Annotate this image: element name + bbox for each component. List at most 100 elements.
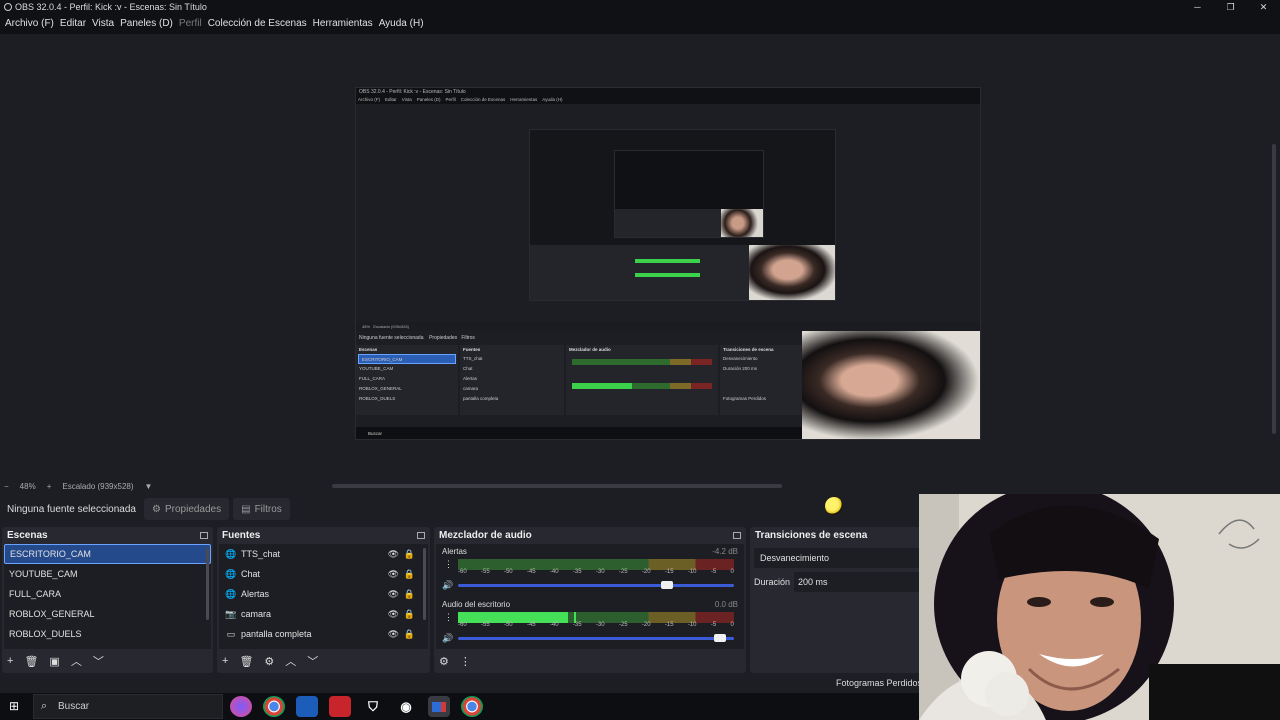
- source-item-chat[interactable]: 🌐 Chat 👁 🔒: [219, 564, 428, 584]
- move-down-icon[interactable]: ﹀: [93, 653, 104, 669]
- close-icon[interactable]: ✕: [1247, 0, 1280, 14]
- volume-slider[interactable]: [458, 581, 734, 589]
- scenes-toolbar: + 🗑 ▣ ︿ ﹀: [2, 649, 213, 673]
- nested-scenes-title: Escenas: [359, 347, 378, 352]
- volume-slider-knob[interactable]: [713, 634, 726, 642]
- chrome-alt-icon[interactable]: [461, 696, 483, 717]
- windows-start-icon[interactable]: ⊞: [9, 699, 23, 713]
- add-scene-icon[interactable]: +: [7, 655, 13, 667]
- status-bar: Fotogramas Perdidos: [0, 673, 922, 693]
- volume-slider-knob[interactable]: [661, 581, 674, 589]
- scene-item-roblox-general[interactable]: ROBLOX_GENERAL: [4, 604, 211, 624]
- speaker-icon[interactable]: 🔊: [442, 580, 453, 591]
- source-properties-icon[interactable]: ⚙: [264, 655, 274, 668]
- eye-icon[interactable]: 👁: [388, 604, 399, 624]
- preview-vertical-scrollbar[interactable]: [1272, 144, 1276, 434]
- meter-tick-label: -30: [595, 622, 605, 628]
- audio-mixer-dock: Mezclador de audio Alertas -4.2 dB ⋮ -60…: [434, 527, 746, 673]
- nested-menu-item: Vista: [401, 97, 412, 102]
- zoom-out-button[interactable]: −: [4, 479, 9, 494]
- menu-paneles[interactable]: Paneles (D): [117, 14, 176, 34]
- preview-horizontal-scrollbar[interactable]: [332, 484, 782, 488]
- mixer-dock-header: Mezclador de audio: [434, 527, 746, 544]
- scene-filters-icon[interactable]: ▣: [49, 655, 59, 668]
- restore-icon[interactable]: ❐: [1214, 0, 1247, 14]
- eye-icon[interactable]: 👁: [388, 544, 399, 564]
- channel-db: -4.2 dB: [712, 547, 738, 556]
- menu-perfil[interactable]: Perfil: [176, 14, 205, 34]
- menu-archivo[interactable]: Archivo (F): [2, 14, 57, 34]
- lock-icon[interactable]: 🔒: [404, 564, 415, 584]
- properties-button[interactable]: ⚙ Propiedades: [144, 498, 230, 520]
- meter-tick-label: 0: [730, 622, 734, 628]
- scaling-dropdown-icon[interactable]: ▼: [145, 479, 153, 494]
- shield-app-icon[interactable]: ⛉: [362, 696, 384, 717]
- lock-icon[interactable]: 🔒: [404, 584, 415, 604]
- remove-source-icon[interactable]: 🗑: [239, 655, 253, 668]
- move-up-icon[interactable]: ︿: [71, 653, 82, 669]
- scene-item-roblox-duels[interactable]: ROBLOX_DUELS: [4, 624, 211, 644]
- transition-select[interactable]: Desvanecimiento: [754, 548, 920, 568]
- transitions-dock-title: Transiciones de escena: [755, 530, 868, 541]
- bank-app-icon[interactable]: [296, 696, 318, 717]
- eye-icon[interactable]: 👁: [388, 584, 399, 604]
- more-options-icon[interactable]: ⋮: [444, 559, 453, 570]
- eye-icon[interactable]: 👁: [388, 624, 399, 644]
- menu-coleccion-escenas[interactable]: Colección de Escenas: [205, 14, 310, 34]
- nested-menu-item: Editar: [385, 97, 397, 102]
- nested-zoom-bar: 48% Escalado (939x528): [356, 322, 980, 331]
- speaker-icon[interactable]: 🔊: [442, 633, 453, 644]
- mail-icon[interactable]: [428, 696, 450, 717]
- undock-icon[interactable]: [200, 532, 208, 539]
- duration-input[interactable]: 200 ms: [794, 572, 920, 592]
- scene-item-full-cara[interactable]: FULL_CARA: [4, 584, 211, 604]
- minimize-icon[interactable]: ─: [1181, 0, 1214, 14]
- lock-icon[interactable]: 🔒: [404, 604, 415, 624]
- scene-item-escritorio-cam[interactable]: ESCRITORIO_CAM: [4, 544, 211, 564]
- menu-herramientas[interactable]: Herramientas: [310, 14, 376, 34]
- move-up-icon[interactable]: ︿: [285, 653, 296, 669]
- zoom-in-button[interactable]: +: [47, 479, 52, 494]
- zoom-level: 48%: [19, 482, 36, 491]
- source-item-alertas[interactable]: 🌐 Alertas 👁 🔒: [219, 584, 428, 604]
- lock-icon[interactable]: 🔒: [404, 544, 415, 564]
- sources-scrollbar[interactable]: [423, 548, 426, 620]
- copilot-icon[interactable]: [230, 696, 252, 717]
- scenes-scrollbar[interactable]: [206, 548, 209, 620]
- source-name: Alertas: [241, 589, 270, 599]
- sources-dock-header: Fuentes: [217, 527, 430, 544]
- add-source-icon[interactable]: +: [222, 655, 228, 667]
- undock-icon[interactable]: [733, 532, 741, 539]
- source-item-camara[interactable]: 📷 camara 👁 🔒: [219, 604, 428, 624]
- more-options-icon[interactable]: ⋮: [444, 612, 453, 623]
- news-app-icon[interactable]: [329, 696, 351, 717]
- source-item-pantalla-completa[interactable]: ▭ pantalla completa 👁 🔒: [219, 624, 428, 644]
- mixer-channel-desktop-audio: Audio del escritorio 0.0 dB ⋮ -60 -55 -50-…: [439, 600, 738, 650]
- window-controls: ─ ❐ ✕: [1181, 0, 1280, 14]
- menu-editar[interactable]: Editar: [57, 14, 89, 34]
- taskbar-search[interactable]: ⌕ Buscar: [33, 694, 223, 719]
- filters-button[interactable]: ▤ Filtros: [233, 498, 290, 520]
- search-icon: ⌕: [41, 700, 48, 712]
- preview-canvas[interactable]: OBS 32.0.4 - Perfil: Kick :v - Escenas: …: [0, 34, 1280, 479]
- volume-slider[interactable]: [458, 634, 734, 642]
- source-item-tts-chat[interactable]: 🌐 TTS_chat 👁 🔒: [219, 544, 428, 564]
- chrome-icon[interactable]: [263, 696, 285, 717]
- obs-logo-icon: [4, 3, 12, 11]
- menu-ayuda[interactable]: Ayuda (H): [376, 14, 427, 34]
- lock-icon[interactable]: 🔒: [404, 624, 415, 644]
- menu-vista[interactable]: Vista: [89, 14, 117, 34]
- scene-transitions-dock: Transiciones de escena Desvanecimiento D…: [750, 527, 920, 673]
- advanced-audio-icon[interactable]: ⚙: [439, 655, 449, 668]
- meter-tick-label: -50: [503, 569, 513, 575]
- sources-toolbar: + 🗑 ⚙ ︿ ﹀: [217, 649, 430, 673]
- scene-item-youtube-cam[interactable]: YOUTUBE_CAM: [4, 564, 211, 584]
- undock-icon[interactable]: [417, 532, 425, 539]
- obs-icon[interactable]: ◉: [395, 696, 417, 717]
- mixer-menu-icon[interactable]: ⋮: [460, 655, 471, 668]
- remove-scene-icon[interactable]: 🗑: [24, 655, 38, 668]
- eye-icon[interactable]: 👁: [388, 564, 399, 584]
- nested-transition-select: Desvanecimiento: [723, 356, 758, 361]
- meter-tick-label: -30: [595, 569, 605, 575]
- move-down-icon[interactable]: ﹀: [307, 653, 318, 669]
